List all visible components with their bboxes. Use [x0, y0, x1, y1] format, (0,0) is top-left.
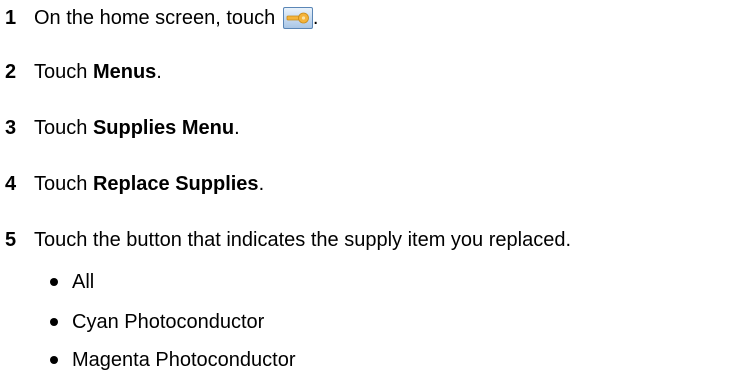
step-number: 2 [5, 61, 17, 83]
step-prefix: Touch [34, 173, 93, 195]
key-button-icon [282, 7, 313, 29]
supply-item-label: Magenta Photoconductor [72, 349, 296, 371]
step-number: 5 [5, 229, 17, 251]
step-suffix: . [258, 173, 265, 195]
supply-item-label: Cyan Photoconductor [72, 311, 265, 333]
key-icon [286, 12, 309, 24]
step-text: Touch Replace Supplies. [34, 170, 264, 198]
bullet-icon [50, 278, 58, 286]
step-bold-label: Supplies Menu [92, 117, 235, 139]
step-prefix: Touch the button that indicates the supp… [34, 229, 572, 251]
step-suffix: . [234, 117, 240, 139]
step-text: Touch Menus. [34, 58, 162, 86]
step-suffix: . [156, 61, 162, 83]
step-text: Touch the button that indicates the supp… [34, 226, 571, 254]
step-prefix: Touch [34, 61, 93, 83]
step-bold-label: Menus [92, 61, 157, 83]
step-number: 3 [5, 117, 17, 139]
step-number: 4 [5, 173, 17, 195]
step-text: On the home screen, touch . [34, 4, 318, 32]
step-text: Touch Supplies Menu. [34, 114, 240, 142]
step-bold-label: Replace Supplies [92, 173, 259, 195]
step-prefix: On the home screen, touch [34, 7, 276, 29]
step-suffix: . [312, 7, 319, 29]
bullet-icon [50, 318, 58, 326]
supply-item-all: All [50, 268, 95, 296]
supply-item-cyan-photoconductor: Cyan Photoconductor [50, 308, 265, 336]
supply-item-magenta-photoconductor: Magenta Photoconductor [50, 346, 296, 374]
step-number: 1 [5, 7, 17, 29]
step-prefix: Touch [34, 117, 93, 139]
supply-item-label: All [72, 271, 95, 293]
bullet-icon [50, 356, 58, 364]
